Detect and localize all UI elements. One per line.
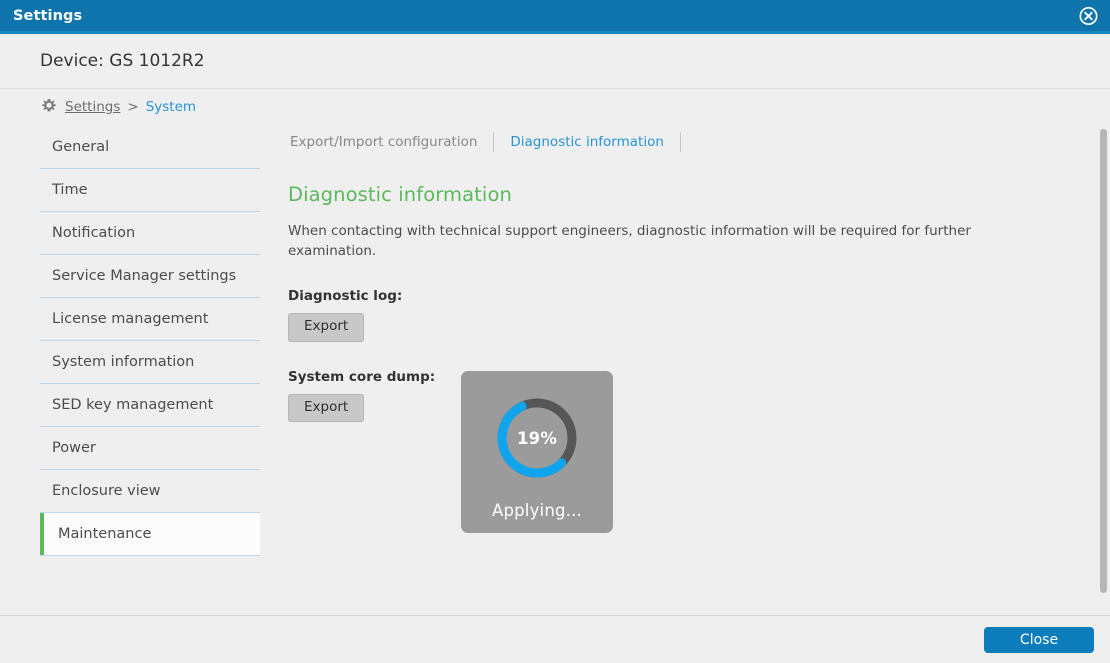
device-header: Device: GS 1012R2 (0, 34, 1110, 89)
export-system-core-dump-button[interactable]: Export (288, 394, 364, 423)
dialog-footer: Close (0, 615, 1110, 663)
sidebar-item-label: License management (52, 311, 208, 327)
close-button[interactable]: Close (984, 627, 1094, 653)
system-core-dump-label: System core dump: (288, 369, 1064, 385)
sidebar-item-label: Maintenance (58, 526, 151, 542)
sidebar-item-time[interactable]: Time (40, 169, 260, 212)
sidebar-item-label: System information (52, 354, 194, 370)
sidebar-item-label: Enclosure view (52, 483, 161, 499)
progress-overlay: 19% Applying... (461, 371, 613, 533)
sidebar-item-general[interactable]: General (40, 126, 260, 169)
sidebar-item-power[interactable]: Power (40, 427, 260, 470)
settings-dialog: Settings Device: GS 1012R2 Settings > Sy… (0, 0, 1110, 663)
sidebar-item-enclosure-view[interactable]: Enclosure view (40, 470, 260, 513)
dialog-body: General Time Notification Service Manage… (0, 124, 1110, 615)
scrollbar-thumb[interactable] (1100, 129, 1107, 593)
sidebar-item-label: Power (52, 440, 96, 456)
sidebar-item-label: Time (52, 182, 88, 198)
breadcrumb-separator: > (127, 99, 138, 115)
sidebar-item-service-manager-settings[interactable]: Service Manager settings (40, 255, 260, 298)
sidebar-item-label: Service Manager settings (52, 268, 236, 284)
settings-sidebar: General Time Notification Service Manage… (40, 124, 260, 615)
sidebar-item-notification[interactable]: Notification (40, 212, 260, 255)
progress-percent: 19% (491, 392, 583, 484)
diagnostic-log-label: Diagnostic log: (288, 288, 1064, 304)
breadcrumb-system-link[interactable]: System (146, 99, 196, 115)
close-circle-icon[interactable] (1079, 6, 1098, 25)
sidebar-item-label: General (52, 139, 109, 155)
export-diagnostic-log-button[interactable]: Export (288, 313, 364, 342)
breadcrumb-settings-link[interactable]: Settings (65, 99, 120, 115)
sidebar-item-maintenance[interactable]: Maintenance (40, 513, 260, 556)
section-description: When contacting with technical support e… (288, 222, 978, 261)
sidebar-item-label: Notification (52, 225, 135, 241)
tab-divider (493, 132, 494, 152)
tab-export-import-configuration[interactable]: Export/Import configuration (288, 134, 479, 150)
tab-diagnostic-information[interactable]: Diagnostic information (508, 134, 666, 150)
breadcrumb: Settings > System (0, 89, 1110, 124)
window-title: Settings (13, 8, 82, 24)
page-title: Diagnostic information (288, 183, 1064, 206)
content-scrollbar[interactable] (1097, 129, 1110, 593)
sidebar-item-label: SED key management (52, 397, 213, 413)
tab-divider (680, 132, 681, 152)
gear-icon (40, 98, 58, 116)
sidebar-item-system-information[interactable]: System information (40, 341, 260, 384)
sidebar-item-license-management[interactable]: License management (40, 298, 260, 341)
title-bar: Settings (0, 0, 1110, 34)
device-title: Device: GS 1012R2 (40, 51, 205, 71)
progress-ring: 19% (491, 392, 583, 484)
sidebar-item-sed-key-management[interactable]: SED key management (40, 384, 260, 427)
progress-status-label: Applying... (492, 501, 582, 520)
settings-content: Export/Import configuration Diagnostic i… (260, 124, 1110, 615)
content-tabs: Export/Import configuration Diagnostic i… (288, 127, 1064, 157)
